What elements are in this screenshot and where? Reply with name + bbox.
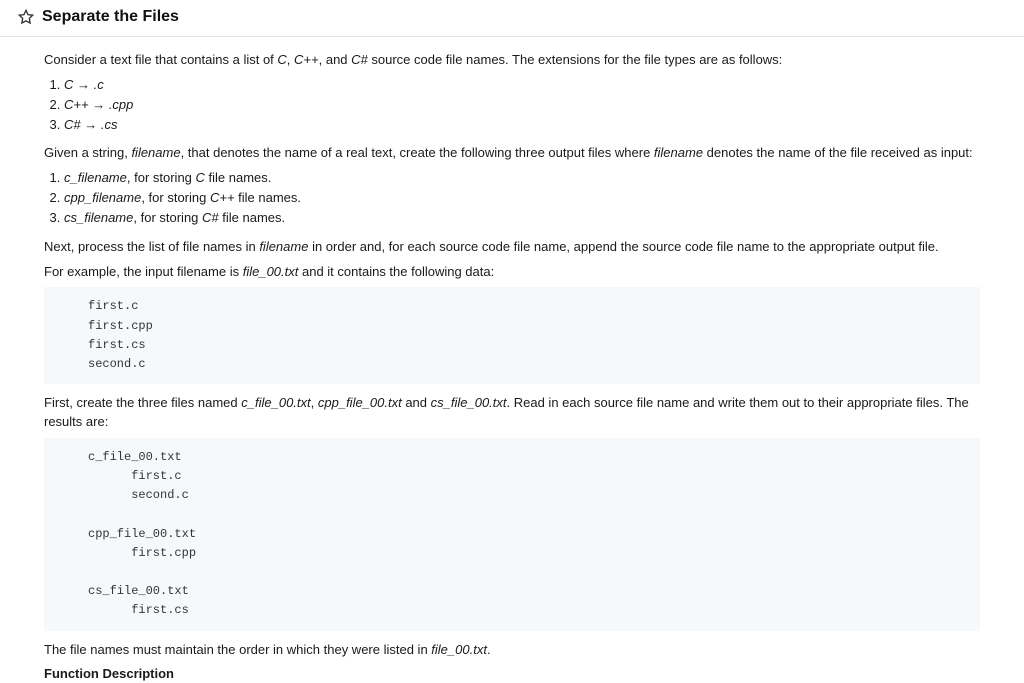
lang-cpp: C++ (294, 52, 319, 67)
arrow: → (73, 77, 93, 92)
page-header: Separate the Files (0, 0, 1024, 37)
next-paragraph: Next, process the list of file names in … (44, 238, 980, 257)
list-item: c_filename, for storing C file names. (64, 169, 980, 188)
list-item: C# → .cs (64, 116, 980, 135)
list-item: cpp_filename, for storing C++ file names… (64, 189, 980, 208)
extension-list: C → .c C++ → .cpp C# → .cs (44, 76, 980, 135)
text: file names. (205, 170, 271, 185)
code-block-input: first.c first.cpp first.cs second.c (44, 287, 980, 384)
maintain-order-paragraph: The file names must maintain the order i… (44, 641, 980, 660)
text: and it contains the following data: (298, 264, 494, 279)
text: Consider a text file that contains a lis… (44, 52, 277, 67)
lang: C# (202, 210, 219, 225)
filename-var: filename (654, 145, 703, 160)
ext: .c (94, 77, 104, 92)
page-title: Separate the Files (42, 8, 179, 26)
arrow: → (89, 97, 109, 112)
lang: C++ (210, 190, 235, 205)
text: Given a string, (44, 145, 131, 160)
list-item: C++ → .cpp (64, 96, 980, 115)
lang: C (196, 170, 205, 185)
text: For example, the input filename is (44, 264, 243, 279)
problem-content: Consider a text file that contains a lis… (0, 37, 1024, 683)
text: , for storing (133, 210, 202, 225)
lang: C# (64, 117, 81, 132)
code-block-output: c_file_00.txt first.c second.c cpp_file_… (44, 438, 980, 631)
file-name: cs_file_00.txt (431, 395, 507, 410)
intro-paragraph: Consider a text file that contains a lis… (44, 51, 980, 70)
first-create-paragraph: First, create the three files named c_fi… (44, 394, 980, 432)
text: First, create the three files named (44, 395, 241, 410)
text: , (287, 52, 294, 67)
text: file names. (219, 210, 285, 225)
text: Next, process the list of file names in (44, 239, 259, 254)
text: denotes the name of the file received as… (703, 145, 973, 160)
list-item: C → .c (64, 76, 980, 95)
text: , that denotes the name of a real text, … (181, 145, 654, 160)
ext: .cs (101, 117, 118, 132)
file-name: c_file_00.txt (241, 395, 310, 410)
text: , for storing (127, 170, 196, 185)
filename-var: filename (259, 239, 308, 254)
lang: C (64, 77, 73, 92)
text: in order and, for each source code file … (308, 239, 938, 254)
text: The file names must maintain the order i… (44, 642, 431, 657)
text: file names. (235, 190, 301, 205)
text: . (487, 642, 491, 657)
text: , (311, 395, 318, 410)
given-paragraph: Given a string, filename, that denotes t… (44, 144, 980, 163)
out-file: c_filename (64, 170, 127, 185)
ext: .cpp (109, 97, 134, 112)
text: , and (319, 52, 352, 67)
filename-var: filename (131, 145, 180, 160)
out-file: cpp_filename (64, 190, 141, 205)
file-name: cpp_file_00.txt (318, 395, 402, 410)
out-file: cs_filename (64, 210, 133, 225)
arrow: → (81, 117, 101, 132)
lang-c: C (277, 52, 286, 67)
lang: C++ (64, 97, 89, 112)
text: and (402, 395, 431, 410)
list-item: cs_filename, for storing C# file names. (64, 209, 980, 228)
star-icon[interactable] (18, 9, 34, 25)
example-intro: For example, the input filename is file_… (44, 263, 980, 282)
output-files-list: c_filename, for storing C file names. cp… (44, 169, 980, 228)
file-name: file_00.txt (431, 642, 487, 657)
text: , for storing (141, 190, 210, 205)
text: source code file names. The extensions f… (368, 52, 783, 67)
file-name: file_00.txt (243, 264, 299, 279)
function-description-heading: Function Description (44, 665, 980, 683)
lang-cs: C# (351, 52, 368, 67)
